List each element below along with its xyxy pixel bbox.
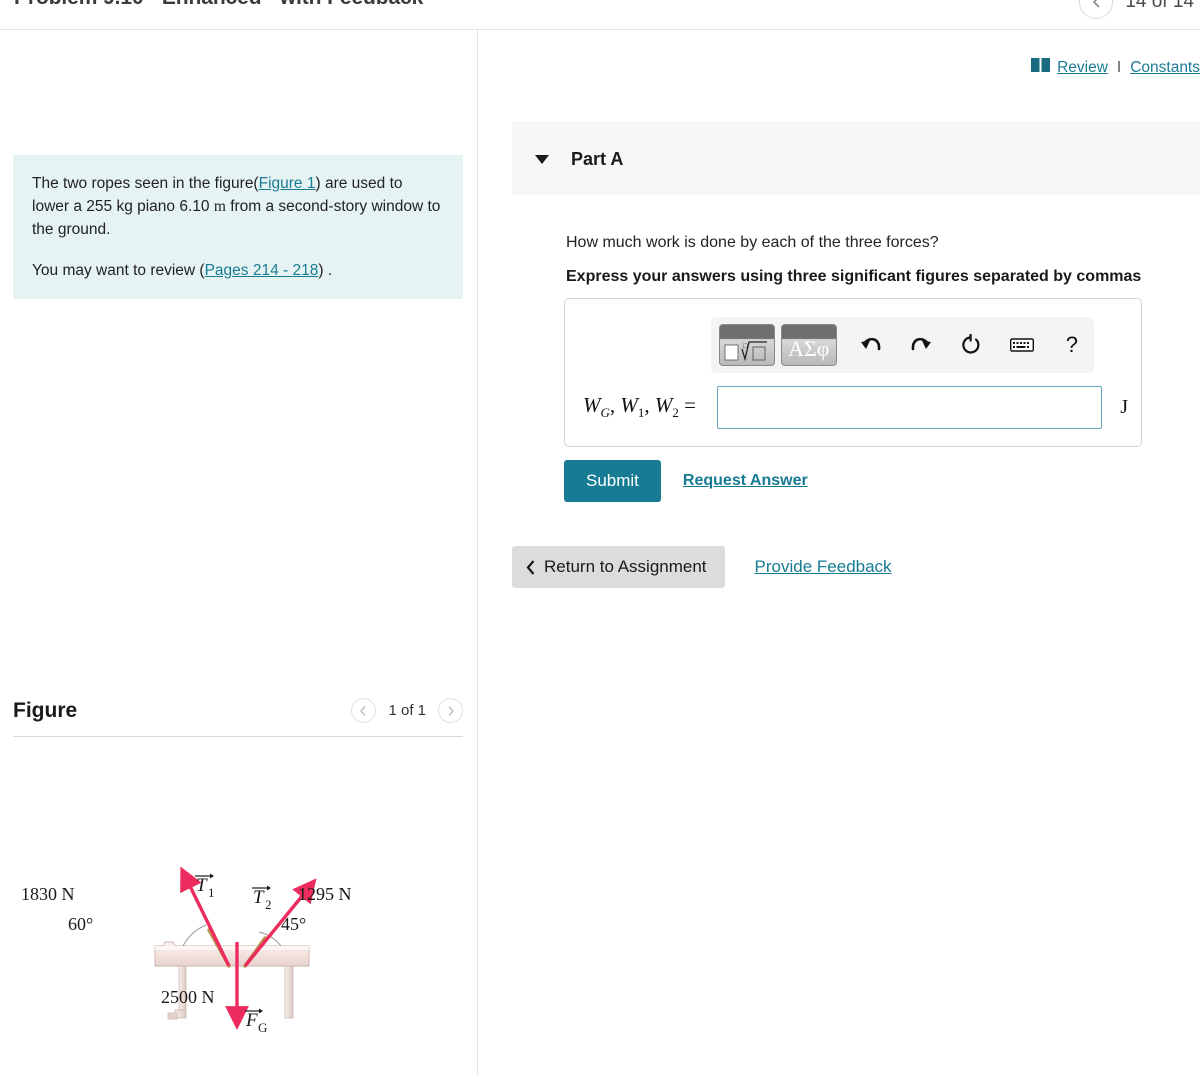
review-text-a: You may want to review ( [32,262,205,280]
redo-button[interactable] [899,324,943,366]
redo-arrow-icon [911,337,932,351]
instruction-text: Express your answers using three signifi… [566,268,1142,285]
fg-vector-label: F [245,1010,258,1031]
greek-label: ΑΣφ [788,336,830,361]
math-template-button[interactable]: □ [719,324,775,366]
page-title: Problem 9.10 - Enhanced - with Feedback [14,0,423,10]
reset-circle-icon [962,334,980,354]
t1-vector-sub: 1 [208,885,215,900]
answer-unit: J [1120,395,1128,418]
return-to-assignment-button[interactable]: Return to Assignment [512,546,725,588]
keyboard-button[interactable] [1000,324,1044,366]
keyboard-icon [1009,338,1034,352]
constants-link[interactable]: Constants [1130,59,1200,77]
t2-vector-label: T [253,887,265,908]
review-text-b: ) . [318,262,333,280]
figure-panel-title: Figure [13,698,78,722]
figure-prev-button[interactable] [351,698,377,723]
answer-row: WG, W1, W2 = J [583,385,1128,429]
page-counter: 14 of 14 [1125,0,1194,12]
piano-force-diagram: 1830 N 60° T 1 1295 N 45° T 2 2500 N F G [21,866,352,1035]
t1-vector-arrowhead [210,873,214,879]
fg-vector-sub: G [258,1020,267,1035]
reset-button[interactable] [949,324,993,366]
answer-variable-label: WG, W1, W2 = [583,392,696,421]
provide-feedback-link[interactable]: Provide Feedback [755,557,892,577]
t2-magnitude-label: 1295 N [298,884,352,904]
problem-statement: The two ropes seen in the figure(Figure … [13,155,463,300]
problem-text-a: The two ropes seen in the figure( [32,175,259,192]
problem-line-1: The two ropes seen in the figure(Figure … [32,173,443,241]
return-button-label: Return to Assignment [544,557,707,576]
pages-link[interactable]: Pages 214 - 218 [205,262,319,279]
left-column: The two ropes seen in the figure(Figure … [0,30,477,1075]
question-text: How much work is done by each of the thr… [566,234,939,251]
submit-row: Submit Request Answer [564,460,808,502]
bottom-actions: Return to Assignment Provide Feedback [512,546,892,588]
figure-1-link[interactable]: Figure 1 [259,175,316,192]
page-root: Problem 9.10 - Enhanced - with Feedback … [0,0,1200,1075]
top-bar: Problem 9.10 - Enhanced - with Feedback … [0,0,1200,30]
submit-button[interactable]: Submit [564,460,661,502]
figure-count: 1 of 1 [388,702,426,719]
t1-vector-label: T [196,875,208,896]
math-toolbar: □ ΑΣφ ? [711,317,1094,373]
angle-arcs [182,924,282,947]
chevron-right-icon [448,705,454,716]
undo-button[interactable] [849,324,893,366]
t2-vector-sub: 2 [265,897,272,912]
t1-angle-label: 60° [68,914,93,934]
figure-next-button[interactable] [438,698,463,723]
figure-nav: 1 of 1 [351,698,463,723]
math-template-icon: □ [720,335,774,367]
undo-arrow-icon [860,337,881,351]
part-a-label: Part A [571,148,624,169]
answer-panel: □ ΑΣφ ? WG, W1, W2 = J [564,298,1142,447]
review-link[interactable]: Review [1057,59,1108,77]
t2-angle-label: 45° [281,914,306,934]
chevron-left-icon [1092,0,1100,8]
back-button[interactable] [1079,0,1114,19]
fg-magnitude-label: 2500 N [161,987,215,1007]
question-mark-icon: ? [1065,332,1078,357]
t1-magnitude-label: 1830 N [21,884,75,904]
part-a-header[interactable]: Part A [512,122,1200,195]
greek-symbols-button[interactable]: ΑΣφ [780,324,837,366]
top-bar-right: 14 of 14 [1079,0,1200,19]
unit-meters: m [213,197,226,215]
help-button[interactable]: ? [1050,324,1094,366]
caret-down-icon[interactable] [535,154,549,164]
request-answer-link[interactable]: Request Answer [683,472,808,490]
links-separator: I [1116,58,1122,76]
t2-vector-arrowhead [267,885,271,891]
chevron-left-icon [526,559,535,575]
right-column: Review I Constants Part A How much work … [478,30,1200,1075]
problem-line-2: You may want to review (Pages 214 - 218)… [32,260,443,283]
fg-vector-arrowhead [259,1008,263,1014]
chevron-left-icon [360,705,366,716]
figure-image[interactable]: 1830 N 60° T 1 1295 N 45° T 2 2500 N F G [13,770,463,1075]
figure-header: Figure 1 of 1 [13,685,463,737]
header-links: Review I Constants [1031,58,1200,77]
answer-input[interactable] [716,385,1103,429]
piano-body [154,941,310,1020]
book-icon [1031,58,1051,77]
